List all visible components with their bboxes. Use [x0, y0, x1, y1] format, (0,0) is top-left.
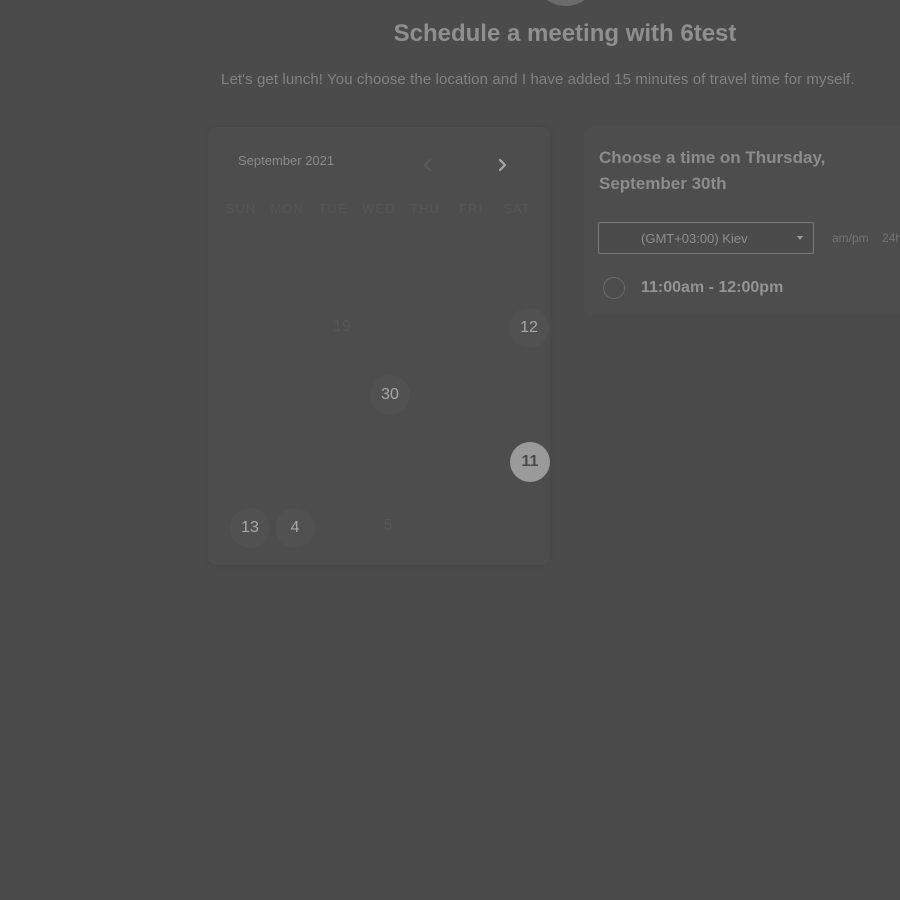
calendar-day[interactable]: 30	[370, 375, 410, 415]
weekday-header: SUN MON TUE WED THU FRI SAT	[218, 201, 548, 219]
calendar-day: 5	[383, 517, 393, 534]
calendar-card	[208, 127, 550, 565]
format-ampm-toggle[interactable]: am/pm	[832, 231, 869, 245]
calendar-day-selected[interactable]: 11	[510, 442, 550, 482]
next-month-button[interactable]	[494, 153, 512, 177]
avatar	[535, 0, 597, 6]
format-24h-toggle[interactable]: 24h	[882, 231, 900, 245]
time-slot[interactable]: 11:00am - 12:00pm	[602, 275, 892, 303]
radio-icon[interactable]	[603, 277, 625, 299]
prev-month-button[interactable]	[419, 153, 437, 177]
caret-down-icon	[797, 236, 803, 240]
weekday-sat: SAT	[503, 201, 531, 216]
time-slot-label: 11:00am - 12:00pm	[641, 279, 784, 296]
time-heading: Choose a time on Thursday, September 30t…	[599, 148, 826, 193]
weekday-wed: WED	[362, 201, 396, 216]
scheduling-page: Schedule a meeting with 6test Let's get …	[0, 0, 900, 900]
weekday-tue: TUE	[318, 201, 348, 216]
calendar-day[interactable]: 12	[509, 308, 549, 348]
calendar-day[interactable]: 4	[275, 508, 315, 548]
calendar-day: 19	[333, 318, 351, 335]
chevron-left-icon	[424, 159, 431, 171]
weekday-sun: SUN	[225, 201, 257, 216]
month-label: September 2021	[238, 153, 335, 168]
page-subtitle: Let's get lunch! You choose the location…	[221, 71, 855, 88]
page-title: Schedule a meeting with 6test	[393, 20, 737, 47]
timezone-value: (GMT+03:00) Kiev	[641, 231, 748, 246]
calendar-day[interactable]: 13	[230, 508, 270, 548]
weekday-thu: THU	[410, 201, 440, 216]
chevron-right-icon	[498, 158, 507, 172]
weekday-mon: MON	[270, 201, 304, 216]
timezone-select[interactable]: (GMT+03:00) Kiev	[598, 222, 814, 254]
weekday-fri: FRI	[459, 201, 483, 216]
